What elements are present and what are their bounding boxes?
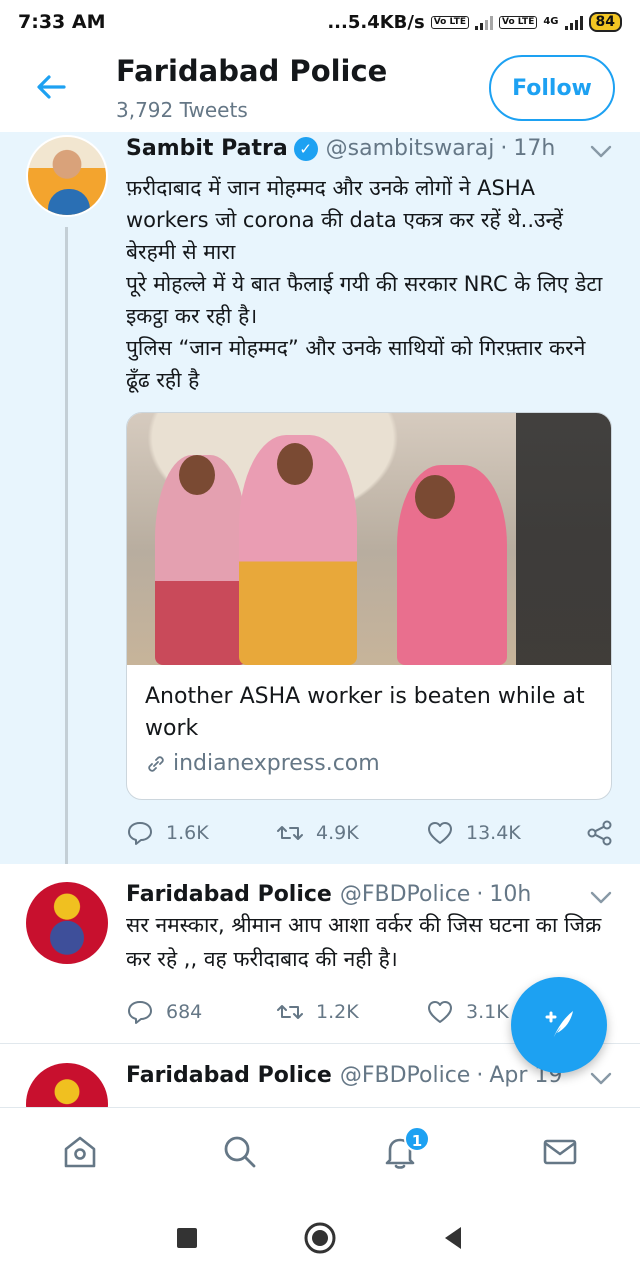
reply-button[interactable]: 1.6K (126, 819, 276, 847)
compose-tweet-button[interactable] (511, 977, 607, 1073)
tweet-meta: Faridabad Police @FBDPolice · Apr 19 (126, 1063, 562, 1088)
network-speed: ...5.4KB/s (327, 11, 425, 33)
reply-button[interactable]: 684 (126, 998, 276, 1026)
card-image (127, 413, 611, 665)
tweet-time: 17h (513, 136, 556, 161)
like-count: 3.1K (466, 1001, 509, 1023)
card-domain: indianexpress.com (145, 751, 380, 776)
retweet-button[interactable]: 4.9K (276, 819, 426, 847)
tweet-text-line: फ़रीदाबाद में जान मोहम्मद और उनके लोगों … (126, 176, 563, 264)
author-handle: @FBDPolice (339, 882, 471, 907)
author-name[interactable]: Sambit Patra (126, 136, 288, 161)
figure-head (179, 455, 215, 495)
retweet-button[interactable]: 1.2K (276, 998, 426, 1026)
volte-icon: Vo LTE (430, 15, 470, 29)
back-arrow-icon (37, 75, 66, 99)
nav-search[interactable] (208, 1120, 272, 1184)
retweet-count: 4.9K (316, 822, 359, 844)
tweet-feed[interactable]: Sambit Patra ✓ @sambitswaraj · 17h फ़रीद… (0, 132, 640, 1107)
nav-messages[interactable] (528, 1120, 592, 1184)
tweet-meta: Faridabad Police @FBDPolice · 10h (126, 882, 531, 907)
like-button[interactable]: 13.4K (426, 819, 576, 847)
tweet-text: सर नमस्कार, श्रीमान आप आशा वर्कर की जिस … (126, 913, 602, 971)
chevron-down-icon[interactable] (588, 890, 614, 906)
back-triangle-icon (445, 1226, 462, 1249)
meta-separator: · (476, 882, 484, 907)
home-circle-icon (304, 1222, 336, 1253)
reply-icon (128, 822, 152, 845)
card-title: Another ASHA worker is beaten while at w… (145, 684, 585, 741)
follow-button[interactable]: Follow (489, 55, 615, 121)
tweet-time: 10h (489, 882, 532, 907)
status-indicators: ...5.4KB/s Vo LTE Vo LTE 4G 84 (327, 12, 622, 33)
tweet-meta: Sambit Patra ✓ @sambitswaraj · 17h (126, 136, 555, 161)
battery-icon: 84 (588, 12, 622, 32)
link-card[interactable]: Another ASHA worker is beaten while at w… (126, 412, 612, 800)
status-time: 7:33 AM (18, 11, 106, 33)
figure-head (415, 475, 455, 519)
reply-count: 684 (166, 1001, 203, 1023)
thread-line (65, 227, 68, 867)
heart-icon (428, 822, 452, 844)
tweet-text-line: पूरे मोहल्ले में ये बात फैलाई गयी की सरक… (126, 272, 603, 328)
verified-badge-icon: ✓ (293, 136, 318, 161)
figure-head (277, 443, 313, 485)
back-button[interactable] (34, 70, 68, 104)
meta-separator: · (500, 136, 508, 161)
volte-icon: Vo LTE (499, 15, 538, 29)
author-name[interactable]: Faridabad Police (126, 882, 332, 907)
chevron-down-icon[interactable] (588, 144, 614, 160)
retweet-icon (277, 826, 303, 840)
retweet-icon (277, 1005, 303, 1019)
signal-icon (564, 14, 583, 30)
share-button[interactable] (586, 819, 614, 847)
avatar[interactable] (26, 882, 108, 964)
like-count: 13.4K (466, 822, 521, 844)
notification-badge: 1 (404, 1125, 430, 1152)
author-handle: @sambitswaraj (325, 136, 495, 161)
heart-icon (428, 1001, 452, 1023)
tweet-count: 3,792 Tweets (116, 98, 248, 122)
status-bar: 7:33 AM ...5.4KB/s Vo LTE Vo LTE 4G 84 (0, 0, 640, 44)
recents-icon (176, 1227, 197, 1248)
nav-home[interactable] (48, 1120, 112, 1184)
tweet-text: फ़रीदाबाद में जान मोहम्मद और उनके लोगों … (126, 172, 606, 396)
retweet-count: 1.2K (316, 1001, 359, 1023)
tweet-actions: 1.6K 4.9K 13.4K (126, 813, 614, 853)
messages-icon (543, 1139, 577, 1164)
recents-button[interactable] (163, 1214, 211, 1262)
reply-count: 1.6K (166, 822, 209, 844)
card-domain-text: indianexpress.com (173, 751, 380, 776)
tweet-text-line: पुलिस “जान मोहम्मद” और उनके साथियों को ग… (126, 336, 586, 392)
link-icon (148, 755, 164, 772)
search-icon (224, 1136, 256, 1167)
profile-header: Faridabad Police 3,792 Tweets Follow (0, 44, 640, 132)
meta-separator: · (476, 1063, 484, 1088)
signal-icon (475, 14, 494, 30)
system-nav-bar (0, 1195, 640, 1280)
compose-tweet-icon (545, 1011, 573, 1039)
avatar[interactable] (26, 135, 108, 217)
network-type: 4G (543, 16, 559, 27)
author-handle: @FBDPolice (339, 1063, 471, 1088)
home-icon (64, 1136, 96, 1167)
reply-icon (128, 1001, 152, 1024)
share-icon (587, 820, 612, 846)
bottom-nav: 1 (0, 1107, 640, 1195)
author-name[interactable]: Faridabad Police (126, 1063, 332, 1088)
back-system-button[interactable] (429, 1214, 477, 1262)
page-title: Faridabad Police (116, 54, 388, 88)
nav-notifications[interactable]: 1 (368, 1120, 432, 1184)
avatar[interactable] (26, 1063, 108, 1107)
tweet-item[interactable]: Sambit Patra ✓ @sambitswaraj · 17h फ़रीद… (0, 132, 640, 867)
home-system-button[interactable] (296, 1214, 344, 1262)
chevron-down-icon[interactable] (588, 1071, 614, 1087)
